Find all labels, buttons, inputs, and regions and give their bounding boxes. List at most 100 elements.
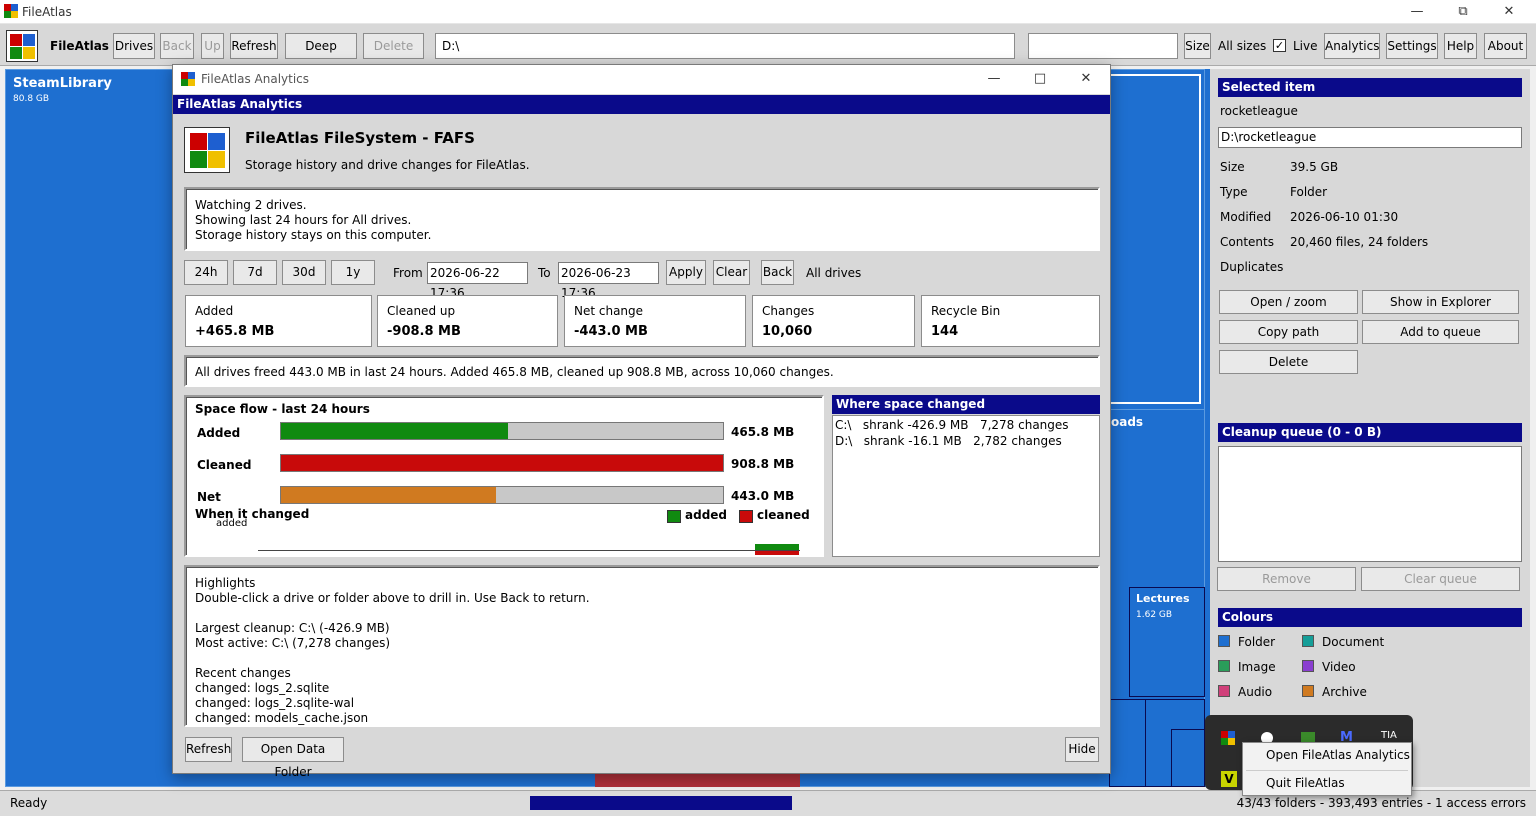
scope-label: All drives [806,266,862,280]
tia-icon[interactable]: TIA [1381,730,1397,741]
to-date-input[interactable]: 2026-06-23 17:36 [558,262,659,300]
about-button[interactable]: About [1484,33,1527,59]
close-button[interactable]: ✕ [1486,0,1532,24]
when-changed-title: When it changed [195,507,310,521]
copy-path-button[interactable]: Copy path [1219,320,1358,344]
flow-fill-added [281,423,508,439]
scan-progress-bar [530,796,792,810]
delete-selected-button[interactable]: Delete [1219,350,1358,374]
modified-value: 2026-06-10 01:30 [1290,210,1399,224]
stat-label: Cleaned up [387,304,456,318]
legend-image: Image [1238,660,1276,674]
menu-item-open-analytics[interactable]: Open FileAtlas Analytics [1266,748,1410,762]
deep-rescan-button[interactable]: Deep rescan [285,33,357,77]
treemap-rocketleague-selected[interactable] [1109,74,1201,404]
where-changed-list[interactable]: C:\ shrank -426.9 MB 7,278 changes D:\ s… [832,415,1100,557]
selected-path-field[interactable]: D:\rocketleague [1218,127,1522,148]
clear-queue-button[interactable]: Clear queue [1361,567,1520,591]
treemap-divider [1171,729,1205,787]
remove-button[interactable]: Remove [1217,567,1356,591]
flow-bar-added [280,422,724,440]
highlight-line: changed: logs_2.sqlite-wal [195,696,355,710]
lectures-label: Lectures [1136,592,1190,605]
analytics-dialog: FileAtlas Analytics — □ ✕ FileAtlas Anal… [172,64,1111,779]
range-30d-button[interactable]: 30d [282,260,326,285]
from-date-input[interactable]: 2026-06-22 17:36 [427,262,528,300]
stat-value: 10,060 [762,324,813,339]
list-item[interactable]: C:\ shrank -426.9 MB 7,278 changes [835,418,1069,432]
duplicates-label: Duplicates [1220,260,1284,274]
hide-button[interactable]: Hide [1065,737,1099,762]
stat-label: Net change [574,304,644,318]
window-title: FileAtlas [22,5,72,19]
settings-button[interactable]: Settings [1386,33,1438,59]
flow-label-cleaned: Cleaned [197,458,252,472]
restore-button[interactable]: ⧉ [1440,0,1486,24]
refresh-button[interactable]: Refresh [230,33,278,59]
path-field[interactable]: D:\ [435,33,1015,59]
up-button[interactable]: Up [201,33,224,59]
flow-value-net: 443.0 MB [731,489,795,503]
audio-swatch [1218,685,1230,697]
flow-bar-net [280,486,724,504]
archive-swatch [1302,685,1314,697]
summary-text: All drives freed 443.0 MB in last 24 hou… [195,365,834,379]
open-data-folder-button[interactable]: Open Data Folder [242,737,344,779]
size-filter[interactable]: All sizes [1218,39,1266,53]
back-button-dialog[interactable]: Back [761,260,794,285]
add-to-queue-button[interactable]: Add to queue [1362,320,1519,344]
legend-folder: Folder [1238,635,1276,649]
when-changed-sub: added [216,518,248,529]
info-line: Storage history stays on this computer. [195,228,432,242]
dialog-refresh-button[interactable]: Refresh [185,737,232,762]
legend-archive: Archive [1322,685,1367,699]
stat-label: Recycle Bin [931,304,1001,318]
dialog-maximize-button[interactable]: □ [1017,67,1063,91]
app-icon [4,4,18,18]
contents-value: 20,460 files, 24 folders [1290,235,1429,249]
size-value: 39.5 GB [1290,160,1339,174]
range-7d-button[interactable]: 7d [233,260,277,285]
live-checkbox[interactable]: ✓ [1273,39,1286,52]
menu-item-quit[interactable]: Quit FileAtlas [1266,776,1345,790]
help-button[interactable]: Help [1444,33,1477,59]
dialog-close-button[interactable]: ✕ [1063,67,1109,91]
stat-recycle-bin: Recycle Bin 144 [921,295,1100,347]
drives-button[interactable]: Drives [113,33,155,59]
cleanup-queue-header: Cleanup queue (0 - 0 B) [1218,423,1522,442]
lectures-size: 1.62 GB [1136,610,1173,620]
app-logo-icon [6,30,38,62]
fileatlas-tray-icon[interactable] [1221,731,1235,745]
range-24h-button[interactable]: 24h [184,260,228,285]
info-box: Watching 2 drives. Showing last 24 hours… [184,187,1100,251]
clear-button[interactable]: Clear [713,260,750,285]
size-label: Size [1220,160,1245,174]
legend-audio: Audio [1238,685,1273,699]
back-button[interactable]: Back [160,33,194,59]
search-input[interactable] [1028,33,1178,59]
stat-label: Changes [762,304,815,318]
highlight-line: Double-click a drive or folder above to … [195,591,590,605]
apply-button[interactable]: Apply [666,260,706,285]
stat-added: Added +465.8 MB [185,295,372,347]
open-zoom-button[interactable]: Open / zoom [1219,290,1358,314]
video-swatch [1302,660,1314,672]
delete-button[interactable]: Delete (0) [363,33,424,77]
v-app-icon[interactable]: V [1221,771,1237,787]
side-panel: Selected item rocketleague D:\rocketleag… [1210,69,1530,787]
dialog-minimize-button[interactable]: — [971,67,1017,91]
analytics-button[interactable]: Analytics [1324,33,1380,59]
legend-added-swatch [667,510,681,523]
treemap-red-block[interactable] [595,772,800,787]
show-in-explorer-button[interactable]: Show in Explorer [1362,290,1519,314]
app-name: FileAtlas [50,39,109,53]
minimize-button[interactable]: — [1394,0,1440,24]
size-button[interactable]: Size [1184,33,1211,59]
range-1y-button[interactable]: 1y [331,260,375,285]
toolbar: FileAtlas Drives Back Up Refresh Deep re… [0,24,1536,77]
timeline-axis [258,550,800,551]
cleanup-queue-list[interactable] [1218,446,1522,562]
list-item[interactable]: D:\ shrank -16.1 MB 2,782 changes [835,434,1062,448]
flow-label-added: Added [197,426,241,440]
contents-label: Contents [1220,235,1274,249]
